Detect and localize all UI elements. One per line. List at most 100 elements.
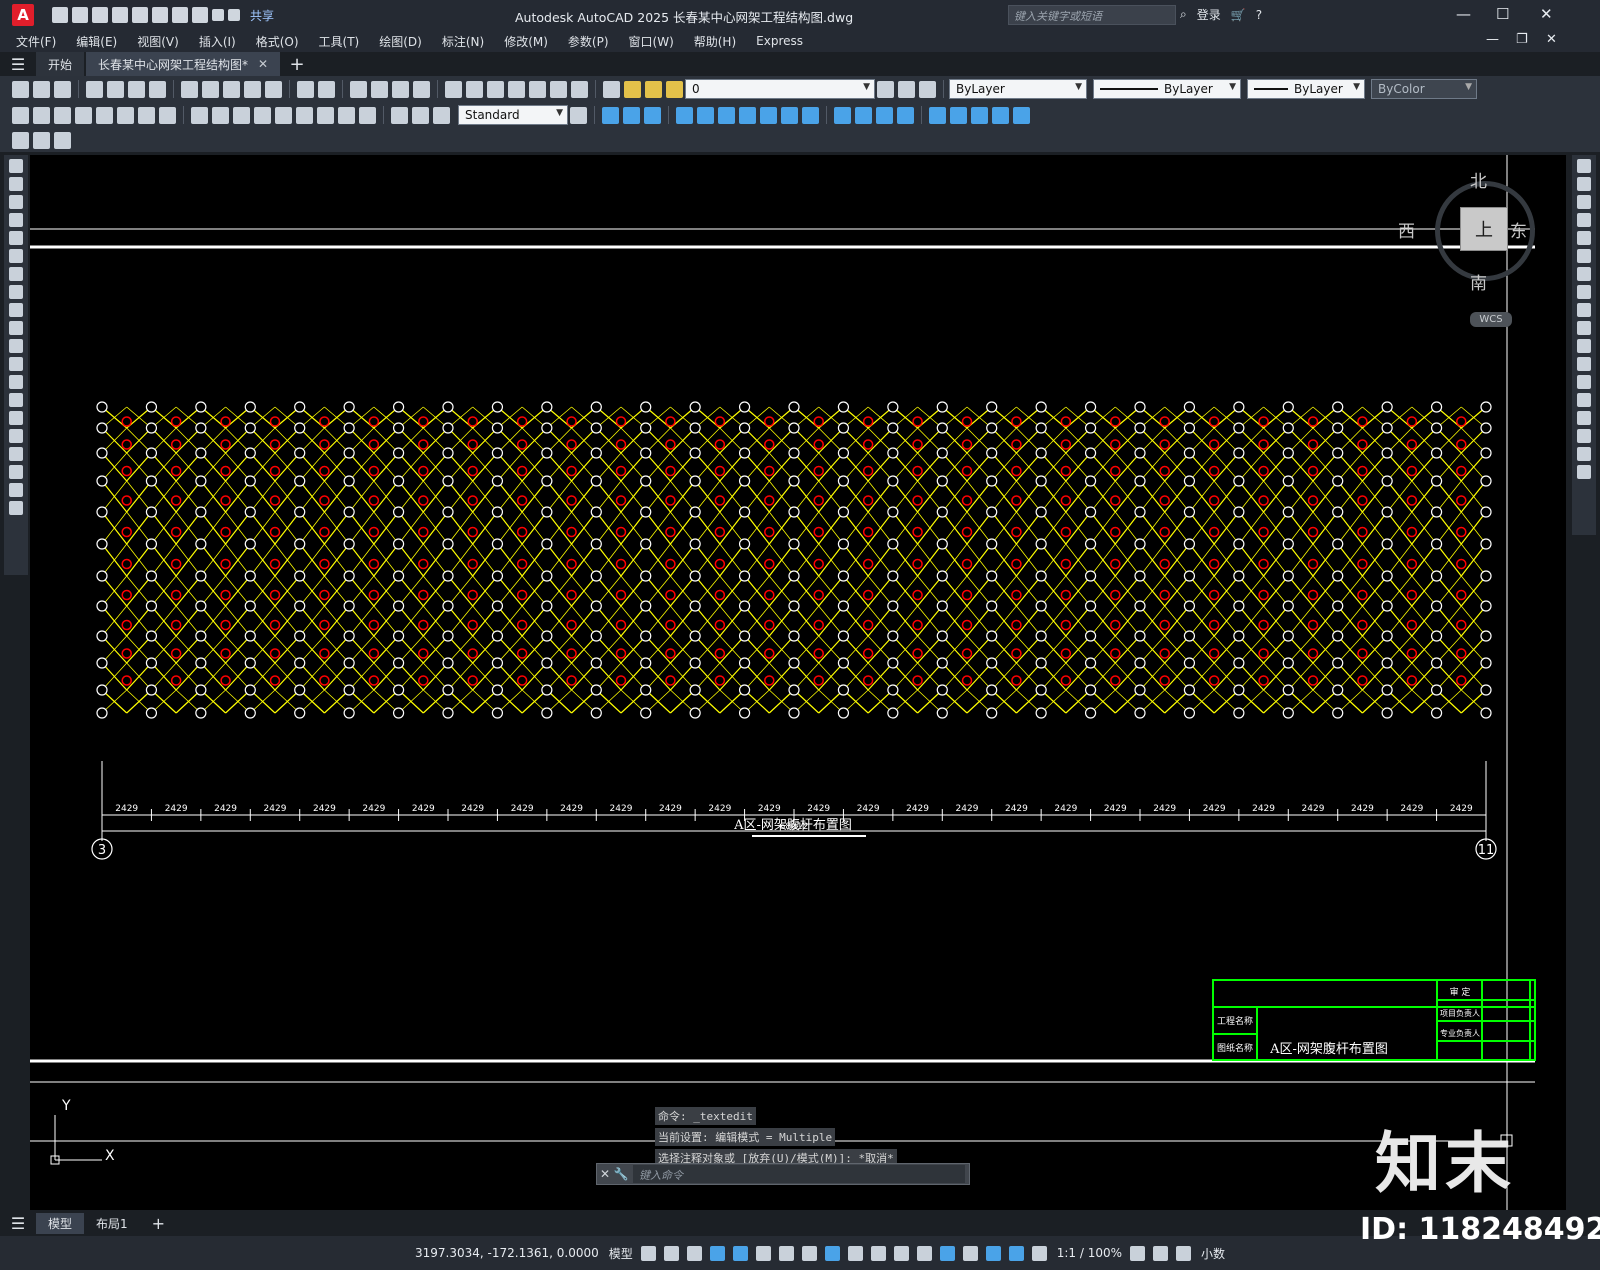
stretch-icon[interactable]: [1577, 303, 1591, 317]
copy-object-icon[interactable]: [1577, 177, 1591, 191]
copy-icon[interactable]: [202, 80, 219, 98]
search-input[interactable]: 键入关键字或短语: [1008, 5, 1176, 25]
selection-cycling-icon[interactable]: [893, 1245, 909, 1261]
extend-icon[interactable]: [1577, 339, 1591, 353]
explode-icon[interactable]: [1577, 465, 1591, 479]
close-button[interactable]: ✕: [1540, 5, 1553, 23]
3d-solid-icon[interactable]: [602, 106, 619, 124]
ellipse-icon[interactable]: [9, 321, 23, 335]
layer-previous-icon[interactable]: [898, 80, 915, 98]
calculator-icon[interactable]: [550, 80, 567, 98]
menu-hamburger-icon[interactable]: ☰: [0, 52, 36, 76]
markup-icon[interactable]: [529, 80, 546, 98]
autocad-logo-icon[interactable]: A: [12, 4, 34, 26]
chamfer-edge-icon[interactable]: [876, 106, 893, 124]
web-mobile-open-icon[interactable]: [132, 7, 148, 23]
customize-qat-icon[interactable]: [228, 9, 240, 21]
match-properties-icon[interactable]: [244, 80, 261, 98]
spline-icon[interactable]: [9, 303, 23, 317]
aligned-dim-icon[interactable]: [33, 106, 50, 124]
mirror-3d-icon[interactable]: [992, 106, 1009, 124]
plotstyle-select[interactable]: ByColor ▼: [1371, 79, 1477, 99]
login-button[interactable]: 登录: [1197, 6, 1221, 23]
redo-icon[interactable]: [212, 9, 224, 21]
attribute-manager-icon[interactable]: [33, 131, 50, 149]
minimize-button[interactable]: —: [1456, 5, 1471, 23]
cut-icon[interactable]: [181, 80, 198, 98]
plot-preview-icon[interactable]: [107, 80, 124, 98]
scale-icon[interactable]: [1577, 285, 1591, 299]
arc-icon[interactable]: [9, 249, 23, 263]
ortho-icon[interactable]: [732, 1245, 748, 1261]
menu-dimension[interactable]: 标注(N): [442, 33, 484, 50]
insert-block-icon[interactable]: [9, 357, 23, 371]
color-select[interactable]: ByLayer ▼: [949, 79, 1087, 99]
menu-format[interactable]: 格式(O): [256, 33, 299, 50]
trim-icon[interactable]: [1577, 321, 1591, 335]
construction-line-icon[interactable]: [9, 177, 23, 191]
web-mobile-save-icon[interactable]: [152, 7, 168, 23]
layer-lock-icon[interactable]: [666, 80, 683, 98]
tool-palettes-icon[interactable]: [487, 80, 504, 98]
cart-icon[interactable]: 🛒: [1231, 8, 1246, 22]
layer-properties-icon[interactable]: [603, 80, 620, 98]
ordinate-icon[interactable]: [75, 106, 92, 124]
zoom-previous-icon[interactable]: [413, 80, 430, 98]
search-icon[interactable]: ⌕: [1180, 7, 1187, 22]
subtract-icon[interactable]: [802, 106, 819, 124]
fillet-edge-icon[interactable]: [855, 106, 872, 124]
gradient-icon[interactable]: [9, 429, 23, 443]
point-icon[interactable]: [9, 393, 23, 407]
help-icon[interactable]: ?: [1256, 8, 1262, 22]
union-icon[interactable]: [781, 106, 798, 124]
extrude-icon[interactable]: [676, 106, 693, 124]
rotate-3d-icon[interactable]: [950, 106, 967, 124]
dim-space-icon[interactable]: [254, 106, 271, 124]
tolerance-icon[interactable]: [296, 106, 313, 124]
lineweight-select[interactable]: ByLayer ▼: [1247, 79, 1365, 99]
pan-icon[interactable]: [350, 80, 367, 98]
transparency-icon[interactable]: [870, 1245, 886, 1261]
rectangle-icon[interactable]: [9, 231, 23, 245]
break-icon[interactable]: [1577, 375, 1591, 389]
menu-edit[interactable]: 编辑(E): [76, 33, 117, 50]
3d-wedge-icon[interactable]: [644, 106, 661, 124]
block-editor-icon[interactable]: [265, 80, 282, 98]
rotate-icon[interactable]: [1577, 267, 1591, 281]
dim-text-edit-icon[interactable]: [412, 106, 429, 124]
coordinates-readout[interactable]: 3197.3034, -172.1361, 0.0000: [415, 1246, 599, 1260]
object-snap-icon[interactable]: [824, 1245, 840, 1261]
infer-constraints-icon[interactable]: [686, 1245, 702, 1261]
mtext-icon[interactable]: [9, 483, 23, 497]
region-icon[interactable]: [9, 447, 23, 461]
presspull-icon[interactable]: [697, 106, 714, 124]
undo-icon[interactable]: [192, 7, 208, 23]
layer-states-icon[interactable]: [919, 80, 936, 98]
menu-window[interactable]: 窗口(W): [629, 33, 674, 50]
layer-freeze-icon[interactable]: [645, 80, 662, 98]
revolve-icon[interactable]: [739, 106, 756, 124]
annotation-visibility-icon[interactable]: [1008, 1245, 1024, 1261]
attribute-sync-icon[interactable]: [54, 131, 71, 149]
command-input[interactable]: 键入命令: [633, 1165, 965, 1183]
polyline-icon[interactable]: [9, 195, 23, 209]
gizmo-icon[interactable]: [985, 1245, 1001, 1261]
menu-help[interactable]: 帮助(H): [694, 33, 736, 50]
3d-osnap-icon[interactable]: [916, 1245, 932, 1261]
array-3d-icon[interactable]: [1013, 106, 1030, 124]
annotation-scale[interactable]: 1:1 / 100%: [1057, 1246, 1122, 1260]
menu-parametric[interactable]: 参数(P): [568, 33, 609, 50]
save-icon[interactable]: [54, 80, 71, 98]
viewcube[interactable]: 上 北 南 西 东 WCS: [1398, 169, 1540, 327]
doc-minimize-button[interactable]: —: [1486, 32, 1499, 47]
zoom-realtime-icon[interactable]: [371, 80, 388, 98]
add-layout-button[interactable]: +: [140, 1212, 177, 1235]
object-snap-tracking-icon[interactable]: [801, 1245, 817, 1261]
paste-icon[interactable]: [223, 80, 240, 98]
attribute-edit-icon[interactable]: [12, 131, 29, 149]
sheet-set-icon[interactable]: [508, 80, 525, 98]
tab-model[interactable]: 模型: [36, 1212, 85, 1234]
circle-icon[interactable]: [9, 267, 23, 281]
move-3d-icon[interactable]: [929, 106, 946, 124]
arc-length-icon[interactable]: [54, 106, 71, 124]
